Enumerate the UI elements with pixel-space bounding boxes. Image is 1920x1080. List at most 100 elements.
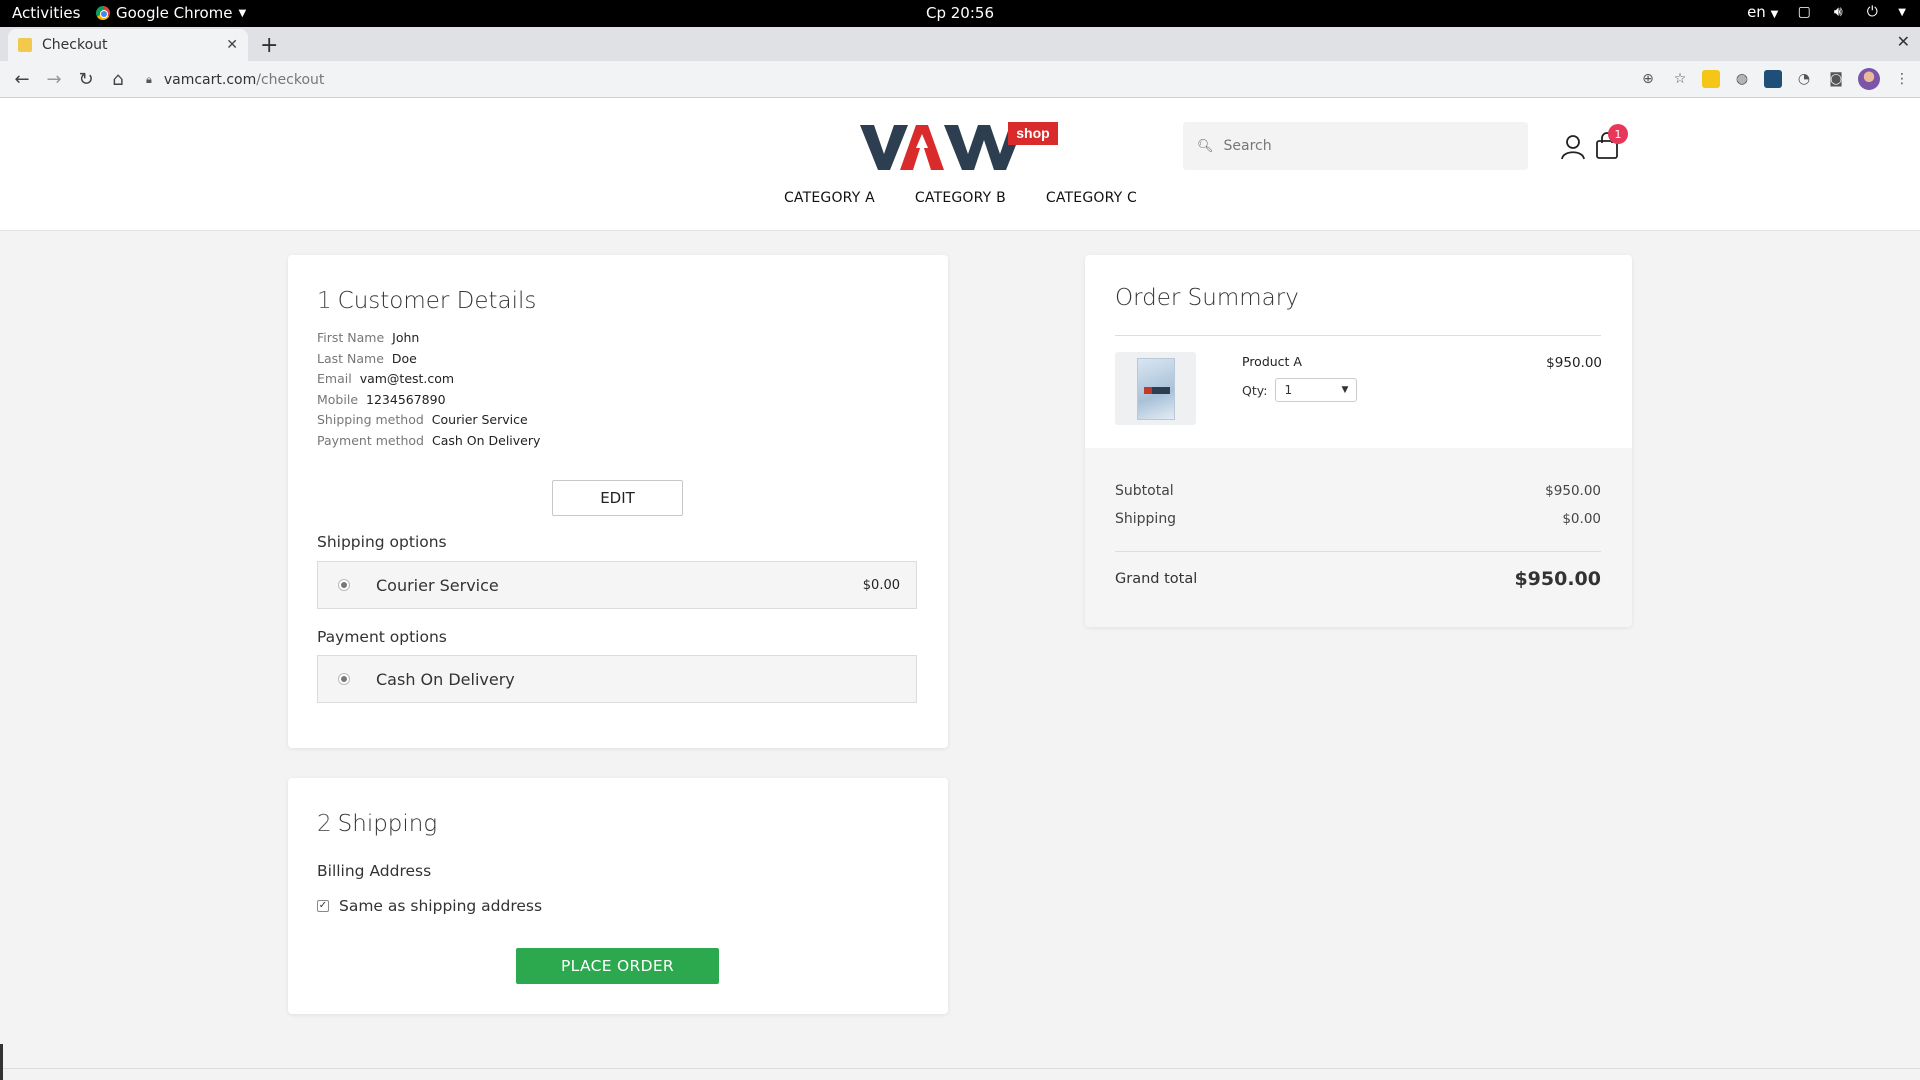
place-order-button[interactable]: PLACE ORDER [516, 948, 719, 984]
menu-kebab-icon[interactable]: ⋮ [1892, 69, 1912, 89]
shipping-card: 2 Shipping Billing Address ✓ Same as ship… [288, 778, 948, 1014]
tab-checkout[interactable]: Checkout ✕ [8, 29, 248, 61]
order-summary-heading: Order Summary [1115, 285, 1299, 311]
shipping-heading: 2 Shipping [317, 811, 437, 837]
back-icon[interactable]: ← [6, 69, 38, 90]
site-header: shop 🔍︎ 1 CATEGORY A CATEGORY B CATEGORY… [0, 98, 1920, 231]
detail-label: Mobile [317, 391, 359, 407]
detail-value: 1234567890 [366, 391, 446, 407]
subtotal-label: Subtotal [1115, 483, 1174, 499]
tab-strip: Checkout ✕ + ✕ [0, 27, 1920, 61]
category-link-a[interactable]: CATEGORY A [784, 190, 875, 206]
radio-button[interactable] [338, 673, 350, 685]
profile-avatar[interactable] [1858, 68, 1880, 90]
close-window-icon[interactable]: ✕ [1897, 32, 1910, 51]
detail-value: vam@test.com [359, 371, 455, 387]
divider [1115, 551, 1601, 552]
activities-button[interactable]: Activities [12, 4, 80, 22]
detail-row-last-name: Last Name Doe [317, 349, 540, 370]
same-as-shipping-label: Same as shipping address [339, 897, 543, 915]
same-as-shipping-row[interactable]: ✓ Same as shipping address [317, 897, 542, 915]
chevron-down-icon: ▼ [1341, 385, 1349, 395]
detail-row-first-name: First Name John [317, 328, 540, 349]
detail-value: John [392, 330, 420, 345]
subtotal-amount: $950.00 [1545, 483, 1601, 499]
customer-details-card: 1 Customer Details First Name John Last Na… [288, 255, 948, 748]
user-account-icon[interactable] [1560, 134, 1586, 160]
shipping-amount: $0.00 [1562, 511, 1601, 527]
detail-row-payment-method: Payment method Cash On Delivery [317, 431, 540, 452]
search-input[interactable] [1223, 138, 1504, 154]
detail-label: Shipping method [317, 412, 424, 428]
quantity-control: Qty: 1 ▼ [1242, 378, 1358, 402]
radio-button[interactable] [338, 579, 350, 591]
product-price: $950.00 [1546, 355, 1602, 371]
detail-label: Email [317, 371, 352, 387]
install-icon[interactable]: ⊕ [1638, 69, 1658, 89]
payment-option-cod[interactable]: Cash On Delivery [317, 655, 917, 703]
caret-down-icon: ▼ [1770, 9, 1779, 20]
volume-icon[interactable]: 🔊︎ [1830, 4, 1846, 20]
grand-total-row: Grand total $950.00 [1115, 568, 1601, 590]
window-edge-handle [0, 1044, 3, 1080]
product-box-image [1136, 357, 1175, 420]
power-icon[interactable]: ⏻ [1864, 4, 1880, 20]
lock-icon[interactable]: 🔒︎ [146, 73, 152, 87]
product-name[interactable]: Product A [1242, 354, 1302, 369]
edit-button[interactable]: EDIT [552, 480, 683, 516]
grand-total-amount: $950.00 [1514, 568, 1601, 590]
url-host: vamcart.com [163, 72, 257, 88]
category-link-c[interactable]: CATEGORY C [1046, 190, 1137, 206]
shipping-options-label: Shipping options [317, 533, 447, 551]
language-indicator[interactable]: en ▼ [1747, 3, 1778, 21]
detail-row-shipping-method: Shipping method Courier Service [317, 410, 540, 431]
same-as-shipping-checkbox[interactable]: ✓ [317, 900, 329, 912]
shipping-row: Shipping $0.00 [1115, 511, 1601, 527]
search-box[interactable]: 🔍︎ [1183, 122, 1528, 170]
address-bar[interactable]: 🔒︎ vamcart.com/checkout [146, 66, 1546, 94]
new-tab-button[interactable]: + [260, 33, 278, 58]
customer-details-list: First Name John Last Name Doe Email vam@tes… [317, 328, 540, 452]
subtotal-row: Subtotal $950.00 [1115, 483, 1601, 499]
language-label: en [1747, 3, 1766, 21]
detail-label: First Name [317, 330, 385, 345]
app-menu[interactable]: Google Chrome ▼ [96, 4, 246, 22]
billing-address-label: Billing Address [317, 862, 432, 880]
search-icon: 🔍︎ [1197, 138, 1214, 154]
product-thumbnail[interactable] [1115, 352, 1196, 425]
bookmark-star-icon[interactable]: ☆ [1670, 69, 1690, 89]
browser-toolbar: ← → ↻ ⌂ 🔒︎ vamcart.com/checkout ⊕ ☆ ◍ ◔ … [0, 61, 1920, 98]
step-number: 2 [317, 811, 332, 837]
category-link-b[interactable]: CATEGORY B [915, 190, 1006, 206]
system-tray[interactable]: en ▼ ▢ 🔊︎ ⏻ ▼ [1747, 3, 1906, 21]
favicon-icon [18, 38, 32, 52]
extension-icon[interactable] [1702, 70, 1720, 88]
shipping-option-courier[interactable]: Courier Service $0.00 [317, 561, 917, 609]
vamshop-logo[interactable]: shop [860, 122, 1060, 172]
extension-icon[interactable]: ◔ [1794, 69, 1814, 89]
divider [1115, 335, 1601, 336]
os-top-bar: Activities Google Chrome ▼ Ср 20:56 en ▼… [0, 0, 1920, 27]
grand-total-label: Grand total [1115, 571, 1198, 587]
reload-icon[interactable]: ↻ [70, 69, 102, 90]
clock[interactable]: Ср 20:56 [0, 4, 1920, 22]
detail-value: Cash On Delivery [431, 432, 541, 448]
window-icon[interactable]: ▢ [1796, 4, 1812, 20]
forward-icon[interactable]: → [38, 69, 70, 90]
qty-value: 1 [1284, 383, 1293, 397]
close-tab-icon[interactable]: ✕ [226, 37, 238, 53]
detail-row-mobile: Mobile 1234567890 [317, 390, 540, 411]
home-icon[interactable]: ⌂ [102, 69, 134, 90]
camera-icon[interactable]: ◙ [1826, 69, 1846, 89]
shipping-option-price: $0.00 [862, 577, 900, 593]
footer-divider [0, 1068, 1920, 1069]
qty-select[interactable]: 1 ▼ [1275, 378, 1358, 402]
caret-down-icon: ▼ [238, 7, 247, 19]
chrome-logo-icon [96, 6, 110, 20]
totals-panel: Subtotal $950.00 Shipping $0.00 Grand to… [1085, 448, 1632, 627]
detail-label: Payment method [317, 432, 424, 448]
extension-icon[interactable] [1764, 70, 1782, 88]
globe-extension-icon[interactable]: ◍ [1732, 69, 1752, 89]
url-path: /checkout [256, 72, 325, 88]
detail-row-email: Email vam@test.com [317, 369, 540, 390]
